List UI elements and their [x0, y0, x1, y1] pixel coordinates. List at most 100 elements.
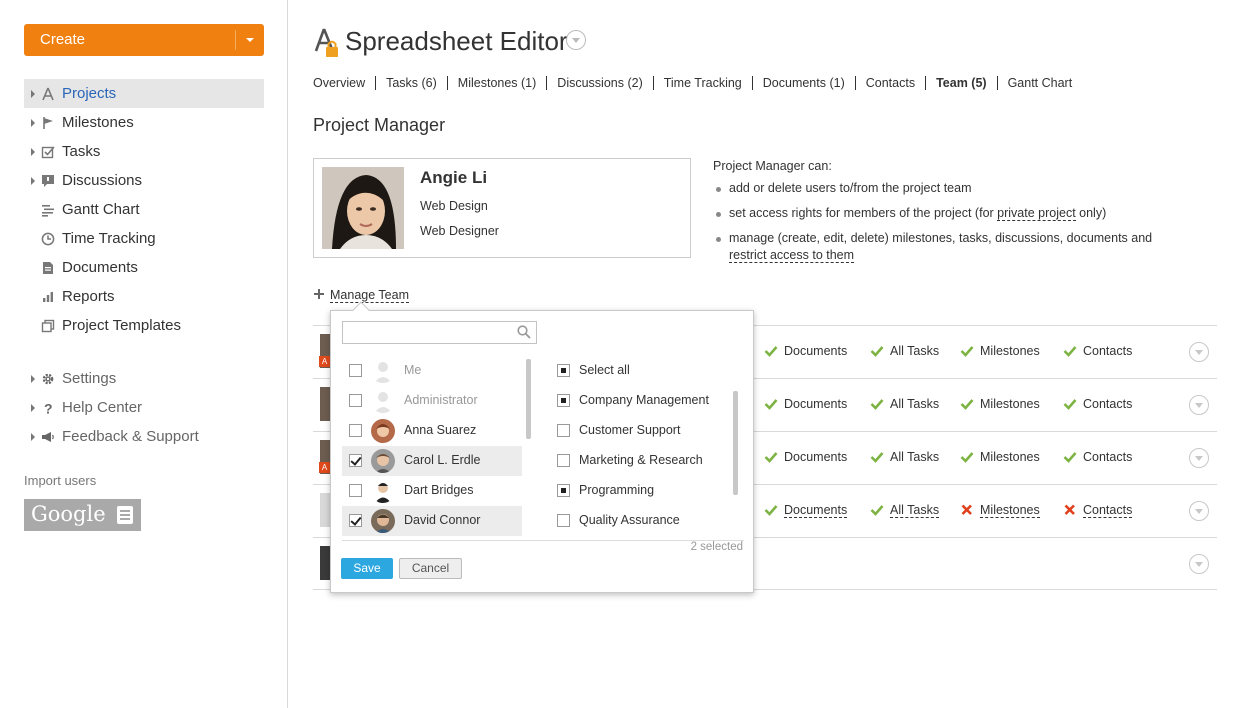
sidebar-item-documents[interactable]: Documents	[24, 253, 264, 282]
list-item[interactable]: Anna Suarez	[342, 416, 522, 446]
permission-milestones[interactable]: Milestones	[960, 450, 1040, 464]
group-checkbox[interactable]	[557, 484, 570, 497]
row-menu-chevron-icon[interactable]	[1189, 554, 1209, 574]
list-item[interactable]: Quality Assurance	[547, 506, 727, 536]
user-checkbox[interactable]	[349, 424, 362, 437]
tab-gantt-chart[interactable]: Gantt Chart	[998, 76, 1083, 90]
row-menu-chevron-icon[interactable]	[1189, 501, 1209, 521]
tab-tasks[interactable]: Tasks (6)	[376, 76, 448, 90]
check-icon	[1063, 399, 1077, 410]
permission-documents[interactable]: Documents	[764, 450, 847, 464]
permission-all-tasks[interactable]: All Tasks	[870, 503, 940, 518]
user-checkbox[interactable]	[349, 514, 362, 527]
list-item[interactable]: Select all	[547, 356, 727, 386]
list-item[interactable]: David Connor	[342, 506, 522, 536]
group-checkbox[interactable]	[557, 454, 570, 467]
expand-arrow-icon[interactable]	[31, 148, 35, 156]
user-checkbox[interactable]	[349, 364, 362, 377]
user-checkbox[interactable]	[349, 484, 362, 497]
list-item[interactable]: Administrator	[342, 386, 522, 416]
expand-arrow-icon[interactable]	[31, 404, 35, 412]
group-checkbox[interactable]	[557, 514, 570, 527]
chevron-down-icon[interactable]	[246, 38, 254, 42]
tab-team[interactable]: Team (5)	[926, 76, 998, 90]
project-tabs: Overview Tasks (6) Milestones (1) Discussio…	[313, 76, 1082, 90]
expand-arrow-icon[interactable]	[31, 119, 35, 127]
user-checkbox[interactable]	[349, 394, 362, 407]
manager-name[interactable]: Angie Li	[420, 168, 487, 188]
rights-text: manage (create, edit, delete) milestones…	[729, 231, 1153, 245]
sidebar-item-project-templates[interactable]: Project Templates	[24, 311, 264, 340]
question-icon: ?	[44, 401, 53, 415]
permission-milestones[interactable]: Milestones	[960, 344, 1040, 358]
group-name: Programming	[579, 483, 655, 497]
sidebar-item-milestones[interactable]: Milestones	[24, 108, 264, 137]
sidebar-item-settings[interactable]: Settings	[24, 364, 264, 393]
tab-time-tracking[interactable]: Time Tracking	[654, 76, 753, 90]
manage-team-button[interactable]: Manage Team	[314, 288, 409, 303]
permission-documents[interactable]: Documents	[764, 503, 848, 518]
sidebar-item-time-tracking[interactable]: Time Tracking	[24, 224, 264, 253]
permission-milestones[interactable]: Milestones	[960, 503, 1040, 518]
group-checkbox[interactable]	[557, 424, 570, 437]
permission-all-tasks[interactable]: All Tasks	[870, 397, 939, 411]
group-name: Quality Assurance	[579, 513, 680, 527]
manager-department: Web Design	[420, 199, 488, 213]
permission-contacts[interactable]: Contacts	[1063, 503, 1133, 518]
permission-milestones[interactable]: Milestones	[960, 397, 1040, 411]
expand-arrow-icon[interactable]	[31, 375, 35, 383]
sidebar-item-help-center[interactable]: ? Help Center	[24, 393, 264, 422]
check-icon	[764, 346, 778, 357]
tab-overview[interactable]: Overview	[313, 76, 377, 90]
sidebar-item-label: Help Center	[62, 399, 143, 416]
create-button[interactable]: Create	[24, 24, 264, 56]
list-item[interactable]: Customer Support	[547, 416, 727, 446]
checkbox-icon	[41, 146, 55, 159]
tab-contacts[interactable]: Contacts	[856, 76, 927, 90]
sidebar-item-feedback-support[interactable]: Feedback & Support	[24, 422, 264, 451]
save-button[interactable]: Save	[341, 558, 393, 579]
permission-label: Documents	[784, 503, 848, 518]
expand-arrow-icon[interactable]	[31, 90, 35, 98]
list-item[interactable]: Me	[342, 356, 522, 386]
list-item[interactable]: Carol L. Erdle	[342, 446, 522, 476]
row-menu-chevron-icon[interactable]	[1189, 342, 1209, 362]
user-checkbox[interactable]	[349, 454, 362, 467]
permission-contacts[interactable]: Contacts	[1063, 397, 1132, 411]
permission-documents[interactable]: Documents	[764, 344, 847, 358]
permission-all-tasks[interactable]: All Tasks	[870, 450, 939, 464]
sidebar-item-tasks[interactable]: Tasks	[24, 137, 264, 166]
expand-arrow-icon[interactable]	[31, 177, 35, 185]
list-item[interactable]: Programming	[547, 476, 727, 506]
sidebar-item-discussions[interactable]: Discussions	[24, 166, 264, 195]
group-checkbox[interactable]	[557, 364, 570, 377]
permission-documents[interactable]: Documents	[764, 397, 847, 411]
permission-contacts[interactable]: Contacts	[1063, 344, 1132, 358]
selected-count: 2 selected	[690, 541, 743, 553]
google-import-button[interactable]: Google	[24, 499, 141, 531]
restrict-access-link[interactable]: restrict access to them	[729, 248, 855, 263]
list-item[interactable]: Dart Bridges	[342, 476, 522, 506]
sidebar-item-projects[interactable]: Projects	[24, 79, 264, 108]
user-list-scrollbar[interactable]	[526, 359, 531, 439]
group-checkbox[interactable]	[557, 394, 570, 407]
tab-milestones[interactable]: Milestones (1)	[448, 76, 548, 90]
list-item[interactable]: Marketing & Research	[547, 446, 727, 476]
private-project-link[interactable]: private project	[997, 206, 1076, 221]
search-icon[interactable]	[517, 325, 531, 339]
title-menu-chevron-icon[interactable]	[566, 30, 586, 50]
sidebar-item-gantt-chart[interactable]: Gantt Chart	[24, 195, 264, 224]
tab-discussions[interactable]: Discussions (2)	[547, 76, 654, 90]
expand-arrow-icon[interactable]	[31, 433, 35, 441]
group-list-scrollbar[interactable]	[733, 391, 738, 495]
tab-documents[interactable]: Documents (1)	[753, 76, 856, 90]
cancel-button[interactable]: Cancel	[399, 558, 462, 579]
search-input[interactable]	[342, 321, 537, 344]
row-menu-chevron-icon[interactable]	[1189, 448, 1209, 468]
permission-contacts[interactable]: Contacts	[1063, 450, 1132, 464]
sidebar-item-reports[interactable]: Reports	[24, 282, 264, 311]
list-item[interactable]: Company Management	[547, 386, 727, 416]
permission-all-tasks[interactable]: All Tasks	[870, 344, 939, 358]
row-menu-chevron-icon[interactable]	[1189, 395, 1209, 415]
gantt-icon	[42, 205, 54, 217]
